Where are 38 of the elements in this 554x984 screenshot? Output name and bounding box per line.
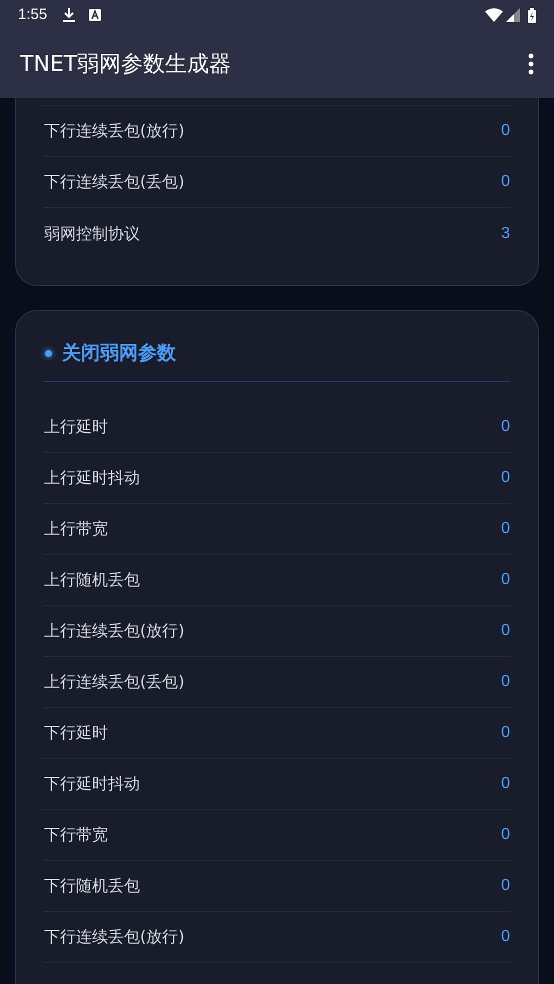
app-title: TNET弱网参数生成器 — [20, 50, 232, 78]
parameter-label: 下行带宽 — [44, 824, 108, 846]
parameter-value: 0 — [501, 825, 510, 845]
status-time: 1:55 — [18, 4, 48, 25]
parameter-label: 下行延时抖动 — [44, 773, 140, 795]
parameter-value: 0 — [501, 672, 510, 692]
battery-icon — [528, 8, 536, 22]
parameter-value: 0 — [501, 570, 510, 590]
parameter-value: 0 — [501, 621, 510, 641]
section-title: 关闭弱网参数 — [62, 341, 176, 366]
parameter-label: 下行延时 — [44, 722, 108, 744]
wifi-icon — [485, 8, 503, 22]
parameter-value: 0 — [501, 774, 510, 794]
parameter-value: 0 — [501, 172, 510, 192]
parameter-label: 下行随机丢包 — [44, 875, 140, 897]
parameter-label: 下行连续丢包(放行) — [44, 120, 184, 142]
parameter-label: 上行带宽 — [44, 518, 108, 540]
parameter-value: 0 — [501, 417, 510, 437]
parameter-value: 0 — [501, 519, 510, 539]
parameter-label: 下行连续丢包(丢包) — [44, 171, 184, 193]
parameter-label: 弱网控制协议 — [44, 222, 140, 244]
download-icon — [63, 8, 76, 22]
parameter-value: 0 — [501, 927, 510, 947]
parameter-value: 0 — [501, 121, 510, 141]
parameter-label: 上行随机丢包 — [44, 569, 140, 591]
parameter-label: 上行延时抖动 — [44, 467, 140, 489]
parameter-value: 0 — [501, 876, 510, 896]
parameter-label: 上行连续丢包(放行) — [44, 620, 184, 642]
parameter-value: 3 — [501, 224, 510, 244]
parameter-label: 上行延时 — [44, 416, 108, 438]
parameter-label: 下行连续丢包(放行) — [44, 926, 184, 948]
parameter-value: 0 — [501, 723, 510, 743]
more-menu-icon[interactable] — [528, 53, 534, 75]
parameter-value: 0 — [501, 468, 510, 488]
bullet-icon — [45, 350, 52, 356]
font-icon — [89, 9, 102, 21]
parameter-label: 上行连续丢包(丢包) — [44, 671, 184, 693]
signal-icon — [506, 8, 520, 22]
